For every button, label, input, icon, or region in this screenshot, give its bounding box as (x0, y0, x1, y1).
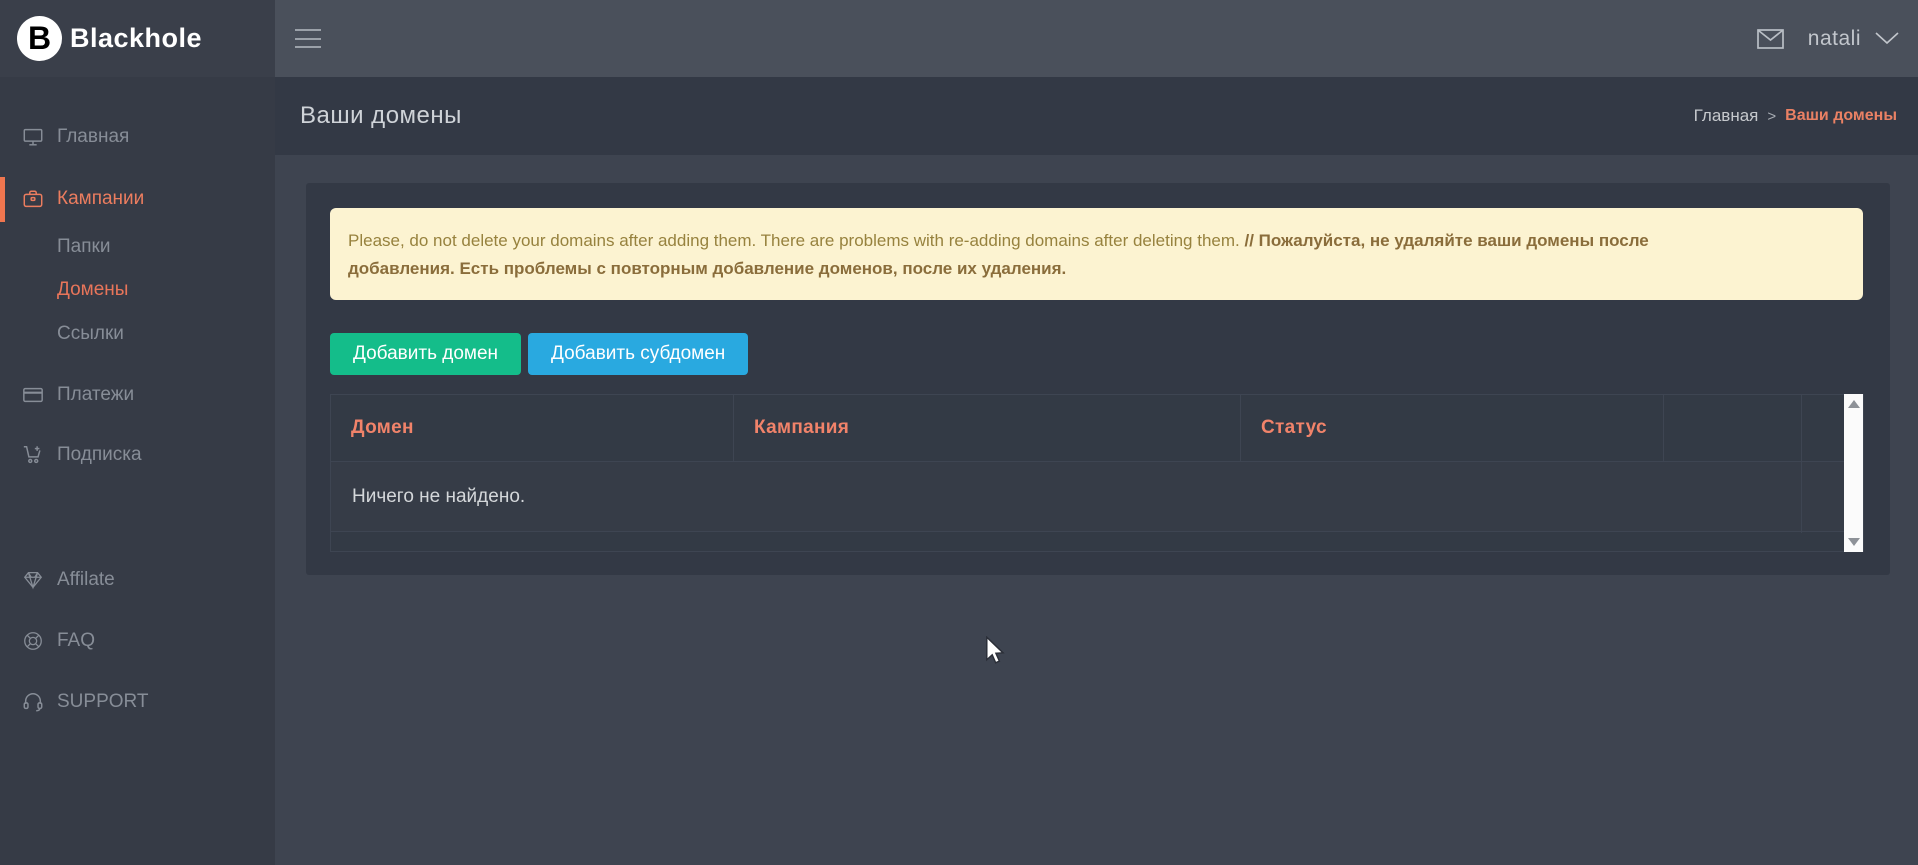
briefcase-icon (22, 188, 44, 210)
breadcrumb-current: Ваши домены (1785, 107, 1897, 125)
sidebar-item-label: Affilate (57, 569, 115, 591)
column-header-status[interactable]: Статус (1241, 395, 1664, 461)
sidebar-item-label: FAQ (57, 630, 95, 652)
table-header-row: Домен Кампания Статус (331, 395, 1863, 462)
table-empty-row: Ничего не найдено. (331, 462, 1863, 532)
username: natali (1808, 27, 1861, 51)
topbar: natali (275, 0, 1918, 77)
sidebar-item-campaigns[interactable]: Кампании (0, 179, 275, 219)
sidebar-item-support[interactable]: SUPPORT (0, 682, 275, 722)
sidebar-item-home[interactable]: Главная (0, 117, 275, 157)
warning-text-ru-line1: // Пожалуйста, не удаляйте ваши домены п… (1244, 231, 1648, 250)
breadcrumb: Главная > Ваши домены (1694, 106, 1897, 126)
warning-banner: Please, do not delete your domains after… (330, 208, 1863, 300)
brand-name: Blackhole (70, 23, 202, 54)
column-header-empty (1664, 395, 1802, 461)
column-header-campaign[interactable]: Кампания (734, 395, 1241, 461)
user-menu[interactable]: natali (1808, 27, 1899, 51)
credit-card-icon (22, 384, 44, 406)
sidebar-item-affilate[interactable]: Affilate (0, 560, 275, 600)
breadcrumb-home-link[interactable]: Главная (1694, 106, 1759, 126)
cart-plus-icon (22, 444, 44, 466)
sidebar-item-label: SUPPORT (57, 691, 149, 713)
page-header: Ваши домены Главная > Ваши домены (275, 77, 1918, 155)
add-subdomain-button[interactable]: Добавить субдомен (528, 333, 748, 375)
sidebar-item-label: Кампании (57, 188, 144, 210)
chevron-down-icon (1875, 32, 1899, 45)
sidebar-item-folders[interactable]: Папки (0, 227, 275, 267)
headset-icon (22, 691, 44, 713)
sidebar-item-faq[interactable]: FAQ (0, 621, 275, 661)
life-ring-icon (22, 630, 44, 652)
domains-table: Домен Кампания Статус Ничего не найдено. (330, 394, 1864, 552)
mail-icon[interactable] (1757, 29, 1784, 49)
sidebar-item-subscription[interactable]: Подписка (0, 435, 275, 475)
column-header-domain[interactable]: Домен (331, 395, 734, 461)
warning-text-en: Please, do not delete your domains after… (348, 231, 1244, 250)
add-domain-button[interactable]: Добавить домен (330, 333, 521, 375)
sidebar: B Blackhole Главная Кампании Папки Домен… (0, 0, 275, 865)
sidebar-item-label: Подписка (57, 444, 142, 466)
empty-message: Ничего не найдено. (352, 486, 525, 508)
sidebar-item-payments[interactable]: Платежи (0, 375, 275, 415)
page-title: Ваши домены (300, 102, 462, 130)
mouse-cursor (985, 636, 1009, 666)
brand-letter: B (28, 20, 51, 57)
breadcrumb-separator: > (1767, 108, 1776, 125)
scroll-up-icon[interactable] (1848, 400, 1860, 408)
logo[interactable]: B Blackhole (0, 0, 275, 77)
sidebar-item-label: Платежи (57, 384, 134, 406)
diamond-icon (22, 569, 44, 591)
sidebar-item-label: Главная (57, 126, 129, 148)
sidebar-item-domains[interactable]: Домены (0, 270, 275, 310)
table-scrollbar[interactable] (1844, 394, 1863, 552)
sidebar-item-label: Ссылки (57, 323, 124, 345)
hamburger-menu-icon[interactable] (295, 29, 321, 48)
domains-panel: Please, do not delete your domains after… (306, 183, 1890, 575)
sidebar-item-label: Папки (57, 236, 110, 258)
sidebar-item-links[interactable]: Ссылки (0, 314, 275, 354)
sidebar-item-label: Домены (57, 279, 128, 301)
monitor-icon (22, 126, 44, 148)
actions-row: Добавить домен Добавить субдомен (330, 333, 748, 375)
scroll-down-icon[interactable] (1848, 538, 1860, 546)
warning-text-ru-line2: добавления. Есть проблемы с повторным до… (348, 259, 1066, 278)
brand-logo-icon: B (17, 16, 62, 61)
column-divider (1801, 395, 1802, 533)
